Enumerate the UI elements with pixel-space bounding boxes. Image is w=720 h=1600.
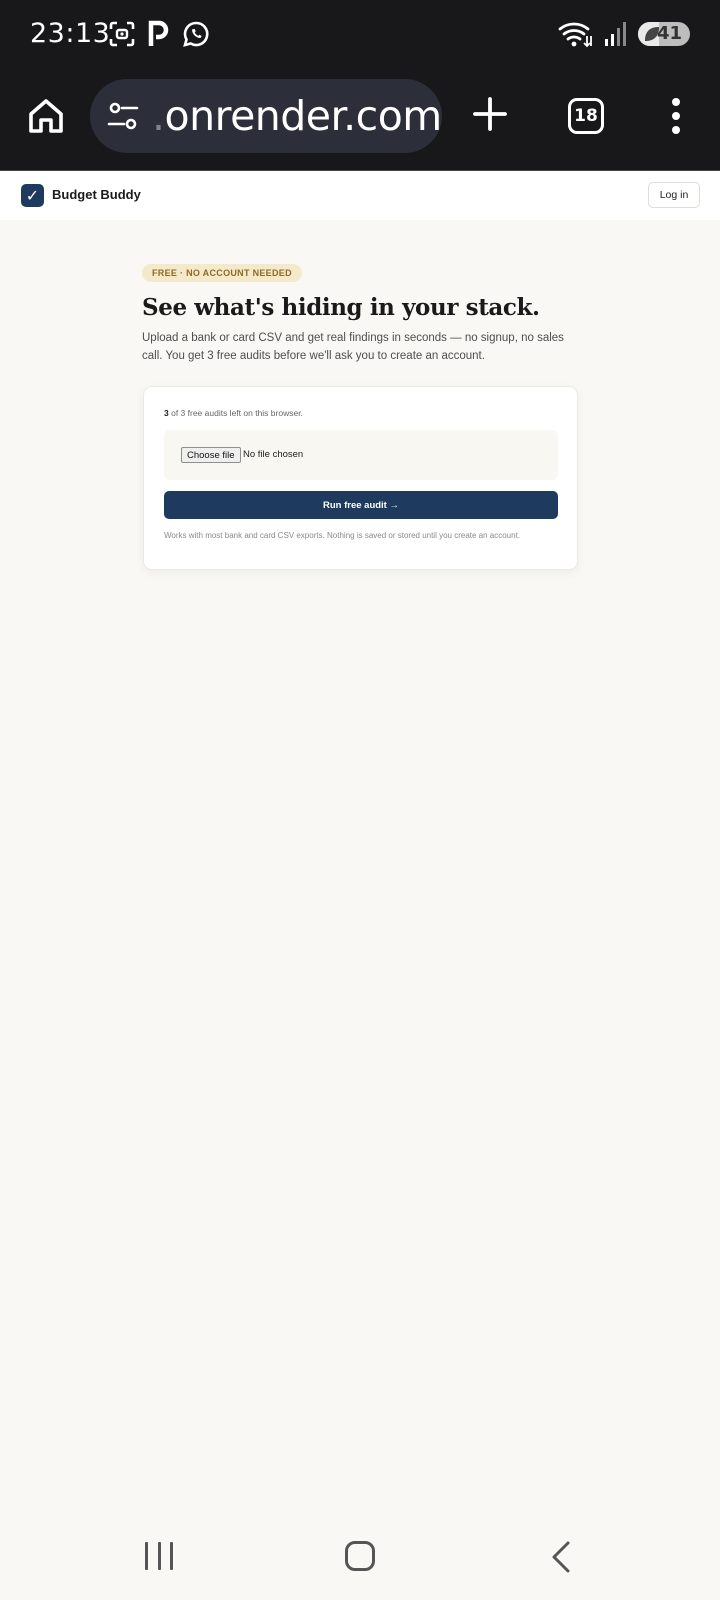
free-badge: FREE · NO ACCOUNT NEEDED	[142, 264, 302, 282]
plus-icon[interactable]	[472, 96, 508, 132]
tabs-icon[interactable]: 18	[568, 98, 604, 134]
address-bar[interactable]: .onrender.com	[90, 79, 442, 153]
recents-icon[interactable]	[145, 1542, 173, 1572]
site-header: ✓ Budget Buddy Log in	[0, 170, 720, 220]
site-settings-icon[interactable]	[106, 99, 140, 133]
battery-icon: 41	[638, 22, 690, 46]
status-time: 23:13	[30, 18, 111, 49]
choose-file-button[interactable]: Choose file	[181, 447, 241, 463]
file-status-text: No file chosen	[243, 449, 304, 460]
back-icon[interactable]	[548, 1540, 574, 1574]
run-free-audit-button[interactable]: Run free audit →	[164, 491, 558, 519]
tab-count: 18	[574, 106, 598, 126]
status-icons-left	[108, 20, 210, 48]
whatsapp-icon	[183, 21, 209, 47]
brand-name[interactable]: Budget Buddy	[52, 187, 141, 202]
parking-app-icon	[148, 20, 169, 46]
url-domain: onrender.com	[164, 92, 443, 140]
page-title: See what's hiding in your stack.	[142, 294, 540, 321]
privacy-note: Works with most bank and card CSV export…	[164, 531, 521, 540]
audits-remaining-text: 3 of 3 free audits left on this browser.	[164, 408, 303, 418]
audit-upload-card: 3 of 3 free audits left on this browser.…	[143, 386, 578, 570]
signal-icon	[605, 22, 626, 46]
url-prefix: .	[152, 92, 165, 140]
browser-chrome: 23:13 41 .onrender.com 18	[0, 0, 720, 170]
kebab-menu-icon[interactable]	[664, 98, 688, 134]
system-navigation-bar	[0, 1520, 720, 1600]
login-button[interactable]: Log in	[648, 182, 700, 208]
url-text[interactable]: .onrender.com	[152, 92, 442, 140]
screenshot-icon	[109, 21, 135, 47]
file-upload-zone[interactable]: Choose file No file chosen	[164, 430, 558, 480]
status-icons-right: 41	[558, 20, 690, 48]
home-circle-icon[interactable]	[345, 1541, 375, 1571]
audits-remaining-rest: of 3 free audits left on this browser.	[168, 408, 303, 418]
checkmark-logo-icon[interactable]: ✓	[21, 184, 44, 207]
home-icon[interactable]	[26, 96, 66, 136]
battery-level: 41	[656, 23, 682, 44]
wifi-icon	[558, 22, 592, 48]
hero-subtext: Upload a bank or card CSV and get real f…	[142, 332, 564, 362]
